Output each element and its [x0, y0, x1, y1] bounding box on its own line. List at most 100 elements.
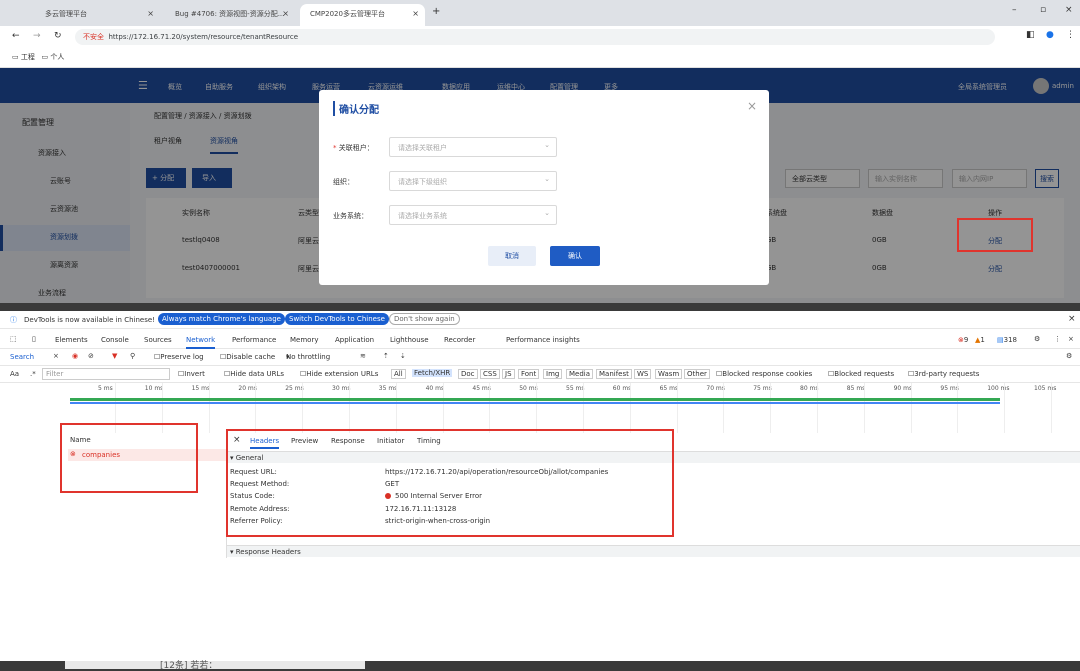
search-icon[interactable]: ⚲ — [130, 352, 135, 360]
wifi-icon[interactable]: ≋ — [360, 352, 366, 360]
search-tab[interactable]: Search — [10, 353, 34, 361]
error-count[interactable]: ⊗ 9 — [958, 336, 968, 344]
highlight-box — [957, 218, 1033, 252]
chevron-down-icon: ⌄ — [544, 141, 550, 149]
bookmarks-bar: ▭ 工程 ▭ 个人 — [0, 48, 1080, 68]
business-system-select[interactable]: 请选择业务系统 ⌄ — [389, 205, 557, 225]
timeline-tick: 80 ms — [800, 385, 819, 392]
disable-cache-checkbox[interactable]: ☐ Disable cache — [220, 353, 275, 361]
forward-icon[interactable]: → — [33, 31, 41, 41]
tenant-select[interactable]: 请选择关联租户 ⌄ — [389, 137, 557, 157]
filter-input[interactable]: Filter — [42, 368, 170, 380]
browser-tab[interactable]: 多云管理平台 × — [35, 4, 160, 26]
checkbox-label: Blocked requests — [834, 370, 895, 378]
type-filter[interactable]: Img — [543, 369, 563, 379]
match-language-button[interactable]: Always match Chrome's language — [158, 313, 285, 325]
dialog-title: 确认分配 — [333, 101, 379, 116]
dont-show-button[interactable]: Don't show again — [389, 313, 460, 325]
maximize-icon[interactable]: ▫ — [1040, 5, 1046, 15]
inspect-icon[interactable]: ⬚ — [10, 335, 17, 343]
timeline-gridline — [723, 383, 725, 433]
tab-performance-insights[interactable]: Performance insights — [506, 336, 580, 344]
highlight-box — [60, 423, 198, 493]
banner-text: DevTools is now available in Chinese! — [24, 316, 155, 324]
close-icon[interactable]: × — [412, 9, 419, 18]
sidebar-icon[interactable]: ◧ — [1026, 30, 1035, 40]
tab-recorder[interactable]: Recorder — [444, 336, 475, 344]
bookmark-folder[interactable]: ▭ 个人 — [42, 53, 65, 61]
throttle-select[interactable]: No throttling ▾ — [286, 353, 330, 361]
type-filter[interactable]: JS — [502, 369, 515, 379]
browser-tab-active[interactable]: CMP2020多云管理平台 × — [300, 4, 425, 26]
org-select[interactable]: 请选择下级组织 ⌄ — [389, 171, 557, 191]
profile-icon[interactable]: ● — [1046, 30, 1054, 40]
reload-icon[interactable]: ↻ — [54, 31, 62, 41]
preserve-log-checkbox[interactable]: ☐ Preserve log — [154, 353, 204, 361]
filter-icon[interactable]: ▼ — [112, 352, 117, 360]
gear-icon[interactable]: ⚙ — [1066, 352, 1072, 360]
third-party-checkbox[interactable]: ☐ 3rd-party requests — [908, 370, 979, 378]
taskbar-item[interactable]: [12条] 若若： — [65, 661, 365, 671]
close-icon[interactable]: × — [282, 9, 289, 18]
blocked-requests-checkbox[interactable]: ☐ Blocked requests — [828, 370, 894, 378]
device-icon[interactable]: ▯ — [32, 335, 36, 343]
type-filter-xhr[interactable]: Fetch/XHR — [412, 369, 453, 377]
confirm-button[interactable]: 确认 — [550, 246, 600, 266]
section-title: Response Headers — [235, 548, 301, 556]
invert-checkbox[interactable]: ☐ Invert — [178, 370, 205, 378]
timeline-gridline — [957, 383, 959, 433]
tab-performance[interactable]: Performance — [232, 336, 276, 344]
response-headers-section[interactable]: ▾ Response Headers — [227, 545, 1080, 557]
close-icon[interactable]: × — [747, 99, 757, 113]
tab-elements[interactable]: Elements — [55, 336, 88, 344]
upload-icon[interactable]: ⇡ — [383, 352, 389, 360]
type-filter[interactable]: Media — [566, 369, 594, 379]
tab-network[interactable]: Network — [186, 336, 216, 349]
throttle-label: No throttling — [286, 353, 331, 361]
type-filter[interactable]: Manifest — [596, 369, 632, 379]
menu-icon[interactable]: ⋮ — [1066, 30, 1075, 40]
type-filter[interactable]: Font — [518, 369, 540, 379]
new-tab-icon[interactable]: + — [432, 6, 440, 17]
browser-tab[interactable]: Bug #4706: 资源视图-资源分配... × — [165, 4, 295, 26]
url-field[interactable]: 不安全 https://172.16.71.20/system/resource… — [75, 29, 995, 45]
close-icon[interactable]: × — [147, 9, 154, 18]
back-icon[interactable]: ← — [12, 31, 20, 41]
blocked-cookies-checkbox[interactable]: ☐ Blocked response cookies — [716, 370, 812, 378]
type-filter[interactable]: WS — [634, 369, 652, 379]
type-filter[interactable]: CSS — [480, 369, 500, 379]
hide-data-urls-checkbox[interactable]: ☐ Hide data URLs — [224, 370, 284, 378]
close-icon[interactable]: × — [1068, 335, 1074, 343]
tab-application[interactable]: Application — [335, 336, 374, 344]
type-filter-all[interactable]: All — [391, 369, 406, 379]
clear-icon[interactable]: ⊘ — [88, 352, 94, 360]
more-icon[interactable]: ⋮ — [1054, 335, 1061, 343]
close-icon[interactable]: × — [53, 352, 59, 360]
bookmark-folder[interactable]: ▭ 工程 — [12, 53, 35, 61]
download-icon[interactable]: ⇣ — [400, 352, 406, 360]
record-icon[interactable]: ◉ — [72, 352, 78, 360]
gear-icon[interactable]: ⚙ — [1034, 335, 1040, 343]
hide-ext-urls-checkbox[interactable]: ☐ Hide extension URLs — [300, 370, 378, 378]
tab-memory[interactable]: Memory — [290, 336, 318, 344]
timeline-gridline — [629, 383, 631, 433]
type-filter[interactable]: Wasm — [655, 369, 683, 379]
type-filter[interactable]: Doc — [458, 369, 478, 379]
warning-count[interactable]: ▲ 1 — [975, 336, 985, 344]
cancel-button[interactable]: 取消 — [488, 246, 536, 266]
timeline-gridline — [349, 383, 350, 433]
switch-chinese-button[interactable]: Switch DevTools to Chinese — [285, 313, 389, 325]
match-case-icon[interactable]: Aa — [10, 370, 19, 378]
regex-icon[interactable]: .* — [30, 370, 36, 378]
tab-sources[interactable]: Sources — [144, 336, 172, 344]
close-icon[interactable]: × — [1068, 314, 1076, 324]
tab-lighthouse[interactable]: Lighthouse — [390, 336, 429, 344]
type-filter[interactable]: Other — [684, 369, 710, 379]
error-count-value: 9 — [963, 336, 969, 344]
devtools-tabs: ⬚ ▯ Elements Console Sources Network Per… — [0, 331, 1080, 349]
checkbox-label: Hide extension URLs — [306, 370, 379, 378]
minimize-icon[interactable]: – — [1012, 5, 1017, 15]
close-window-icon[interactable]: × — [1065, 5, 1073, 15]
tab-console[interactable]: Console — [101, 336, 129, 344]
info-count[interactable]: ▤ 318 — [997, 336, 1017, 344]
